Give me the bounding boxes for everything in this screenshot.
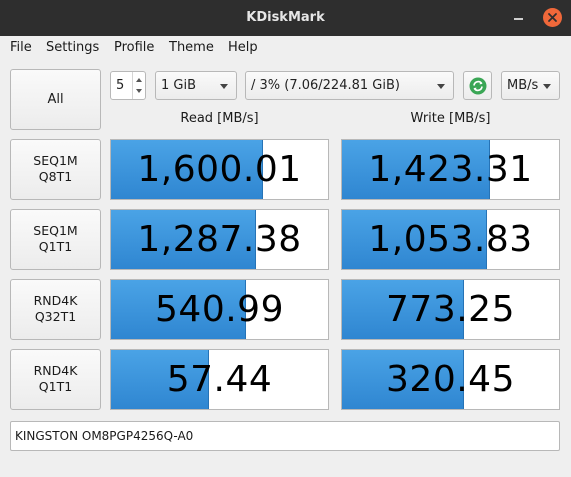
spin-up-icon[interactable]	[136, 78, 142, 82]
test-name: SEQ1M	[33, 223, 78, 238]
test-button-seq1m-q8t1[interactable]: SEQ1M Q8T1	[10, 139, 101, 200]
test-params: Q8T1	[38, 169, 73, 184]
read-header: Read [MB/s]	[180, 111, 259, 126]
write-value: 1,423.31	[368, 149, 533, 190]
read-value: 540.99	[155, 289, 284, 330]
test-params: Q32T1	[34, 309, 77, 324]
read-value: 57.44	[166, 359, 273, 400]
refresh-button[interactable]	[463, 71, 492, 100]
chevron-down-icon	[543, 84, 551, 89]
chevron-down-icon	[437, 84, 445, 89]
menu-settings[interactable]: Settings	[46, 36, 99, 60]
write-value: 773.25	[386, 289, 515, 330]
spin-arrows[interactable]	[132, 72, 145, 99]
refresh-icon	[469, 77, 487, 95]
menu-profile[interactable]: Profile	[114, 36, 154, 60]
file-size-value: 1 GiB	[161, 78, 197, 93]
run-all-button[interactable]: All	[10, 69, 101, 130]
test-button-seq1m-q1t1[interactable]: SEQ1M Q1T1	[10, 209, 101, 270]
read-result-seq1m-q8t1: 1,600.01	[110, 139, 329, 200]
test-name: RND4K	[33, 293, 78, 308]
title-bar: KDiskMark	[0, 0, 571, 36]
menu-bar: File Settings Profile Theme Help	[0, 36, 571, 60]
menu-help[interactable]: Help	[228, 36, 258, 60]
read-result-seq1m-q1t1: 1,287.38	[110, 209, 329, 270]
target-select[interactable]: / 3% (7.06/224.81 GiB)	[245, 71, 454, 100]
test-button-rnd4k-q1t1[interactable]: RND4K Q1T1	[10, 349, 101, 410]
menu-theme[interactable]: Theme	[169, 36, 214, 60]
read-result-rnd4k-q1t1: 57.44	[110, 349, 329, 410]
write-value: 320.45	[386, 359, 515, 400]
write-result-rnd4k-q1t1: 320.45	[341, 349, 560, 410]
unit-value: MB/s	[507, 78, 539, 93]
read-value: 1,600.01	[137, 149, 302, 190]
write-result-rnd4k-q32t1: 773.25	[341, 279, 560, 340]
target-value: / 3% (7.06/224.81 GiB)	[251, 78, 400, 93]
write-result-seq1m-q1t1: 1,053.83	[341, 209, 560, 270]
window-title: KDiskMark	[246, 10, 325, 25]
read-value: 1,287.38	[137, 219, 302, 260]
read-result-rnd4k-q32t1: 540.99	[110, 279, 329, 340]
write-value: 1,053.83	[368, 219, 533, 260]
test-name: RND4K	[33, 363, 78, 378]
close-icon	[548, 13, 557, 22]
close-button[interactable]	[543, 8, 562, 27]
test-button-rnd4k-q32t1[interactable]: RND4K Q32T1	[10, 279, 101, 340]
unit-select[interactable]: MB/s	[501, 71, 560, 100]
chevron-down-icon	[220, 84, 228, 89]
test-params: Q1T1	[38, 239, 73, 254]
test-name: SEQ1M	[33, 153, 78, 168]
test-params: Q1T1	[38, 379, 73, 394]
device-model-field[interactable]: KINGSTON OM8PGP4256Q-A0	[10, 421, 560, 451]
spin-down-icon[interactable]	[136, 89, 142, 93]
minimize-button[interactable]	[509, 9, 527, 27]
write-result-seq1m-q8t1: 1,423.31	[341, 139, 560, 200]
menu-file[interactable]: File	[10, 36, 32, 60]
loops-value: 5	[116, 78, 125, 93]
loops-spinbox[interactable]: 5	[110, 71, 146, 100]
write-header: Write [MB/s]	[410, 111, 491, 126]
file-size-select[interactable]: 1 GiB	[155, 71, 237, 100]
